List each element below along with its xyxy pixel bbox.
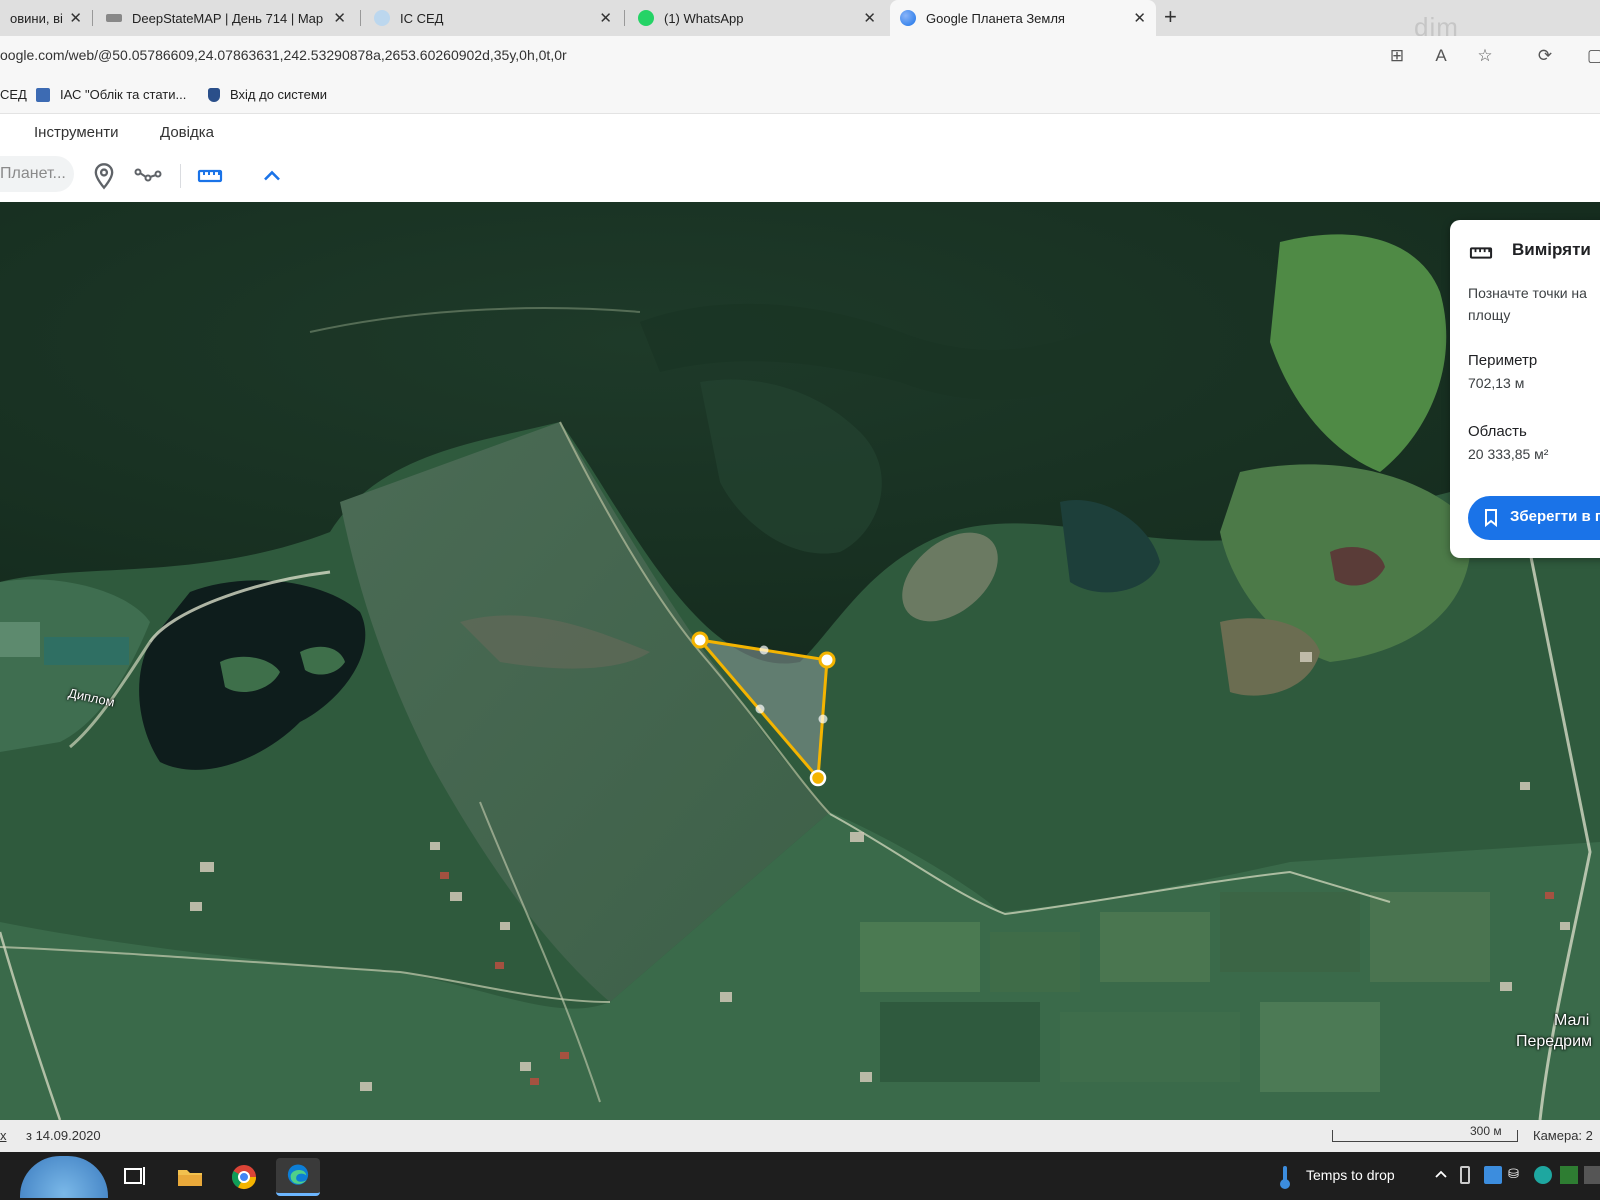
toolbar-divider [180, 164, 181, 188]
chevron-up-icon[interactable] [258, 162, 286, 190]
tab-title: ІС СЕД [400, 10, 444, 26]
tab-whatsapp[interactable]: (1) WhatsApp ✕ [628, 0, 886, 36]
map-label-village-line2: Передрим [1516, 1033, 1593, 1050]
bookmark-label: ІАС "Облік та стати... [60, 87, 187, 102]
menu-help[interactable]: Довідка [160, 124, 214, 141]
status-link[interactable]: х [0, 1128, 7, 1143]
ruler-icon [1469, 247, 1493, 259]
placemark-icon[interactable] [90, 162, 118, 190]
bookmark-ias[interactable]: ІАС "Облік та стати... [36, 87, 186, 102]
vertex-handle-last[interactable] [809, 769, 827, 787]
bookmark-sed[interactable]: СЕД [0, 87, 27, 102]
address-bar[interactable]: oogle.com/web/@50.05786609,24.07863631,2… [0, 36, 1600, 76]
sed-favicon-icon [374, 10, 390, 26]
tab-separator [92, 10, 93, 26]
thermometer-icon [1280, 1166, 1290, 1189]
path-icon[interactable] [134, 162, 162, 190]
browser-tab-strip: овини, ві ✕ DeepStateMAP | День 714 | Ma… [0, 0, 1600, 42]
tab-separator [624, 10, 625, 26]
measure-panel: Виміряти Позначте точки на площу Перимет… [1450, 220, 1600, 558]
extensions-icon[interactable]: ⟳ [1534, 45, 1556, 67]
windows-taskbar: Temps to drop ⛁ [0, 1152, 1600, 1200]
perimeter-value: 702,13 м [1468, 375, 1525, 391]
file-explorer-icon[interactable] [168, 1158, 212, 1196]
earth-favicon-icon [900, 10, 916, 26]
search-input[interactable]: Планет... [0, 156, 74, 192]
scale-label: 300 м [1470, 1124, 1502, 1138]
imagery-date: з 14.09.2020 [26, 1128, 101, 1143]
measure-title: Виміряти [1512, 240, 1591, 259]
midpoint-handle[interactable] [759, 645, 769, 655]
save-to-project-button[interactable]: Зберегти в п [1468, 496, 1600, 540]
split-screen-icon[interactable]: ▢ [1584, 45, 1600, 67]
tab-title: DeepStateMAP | День 714 | Map [132, 10, 324, 26]
vertex-handle[interactable] [691, 631, 709, 649]
edge-icon[interactable] [276, 1158, 320, 1196]
save-button-label: Зберегти в п [1510, 508, 1600, 525]
area-value: 20 333,85 м² [1468, 446, 1549, 462]
vertex-handle[interactable] [818, 651, 836, 669]
tab-news[interactable]: овини, ві ✕ [0, 0, 92, 36]
measure-hint: Позначте точки на площу [1468, 285, 1587, 323]
close-icon[interactable]: ✕ [1133, 9, 1146, 27]
midpoint-handle[interactable] [818, 714, 828, 724]
network-icon[interactable]: ⛁ [1508, 1166, 1526, 1184]
tab-google-earth[interactable]: Google Планета Земля ✕ [890, 0, 1156, 36]
weather-text[interactable]: Temps to drop [1306, 1167, 1395, 1183]
edge-tray-icon[interactable] [1534, 1166, 1552, 1184]
tab-separator [360, 10, 361, 26]
url-text[interactable]: oogle.com/web/@50.05786609,24.07863631,2… [0, 47, 567, 63]
tab-title: (1) WhatsApp [664, 10, 744, 26]
bookmark-label: СЕД [0, 87, 27, 102]
chrome-icon[interactable] [222, 1158, 266, 1196]
new-tab-button[interactable]: + [1164, 4, 1177, 30]
whatsapp-favicon-icon [638, 10, 654, 26]
map-label-village-line1: Малі [1554, 1012, 1590, 1029]
usb-drive-icon[interactable] [1460, 1166, 1470, 1184]
tab-is-sed[interactable]: ІС СЕД ✕ [364, 0, 622, 36]
perimeter-label: Периметр [1468, 352, 1538, 369]
close-icon[interactable]: ✕ [69, 9, 82, 27]
ruler-icon[interactable] [196, 162, 224, 190]
earth-status-bar: х з 14.09.2020 300 м Камера: 2 [0, 1120, 1600, 1152]
satellite-map[interactable]: Диплом Малі Передрим [0, 202, 1600, 1120]
close-icon[interactable]: ✕ [599, 9, 612, 27]
bookmark-label: Вхід до системи [230, 87, 328, 102]
tray-overflow-icon[interactable] [1584, 1166, 1600, 1184]
close-icon[interactable]: ✕ [333, 9, 346, 27]
chevron-up-icon[interactable] [1432, 1166, 1450, 1184]
apps-icon[interactable]: ⊞ [1386, 45, 1408, 67]
shield-icon [208, 87, 220, 102]
tab-title: Google Планета Земля [926, 10, 1065, 26]
ias-bookmark-icon [36, 87, 50, 102]
weather-widget-icon[interactable] [20, 1156, 108, 1198]
read-aloud-icon[interactable]: A [1430, 45, 1452, 67]
satellite-imagery[interactable] [0, 202, 1600, 1120]
area-label: Область [1468, 423, 1527, 440]
app-tray-icon[interactable] [1484, 1166, 1502, 1184]
bookmark-icon [1485, 509, 1497, 527]
task-view-icon[interactable] [112, 1158, 156, 1196]
bookmark-login[interactable]: Вхід до системи [208, 87, 327, 102]
earth-menu-bar: Інструменти Довідка [0, 114, 1600, 150]
menu-tools[interactable]: Інструменти [34, 124, 119, 141]
earth-toolbar: Планет... [0, 150, 1600, 202]
camera-altitude: Камера: 2 [1533, 1128, 1593, 1143]
midpoint-handle[interactable] [755, 704, 765, 714]
bookmarks-bar: СЕД ІАС "Облік та стати... Вхід до систе… [0, 76, 1600, 114]
monitor-tray-icon[interactable] [1560, 1166, 1578, 1184]
favorite-star-icon[interactable]: ☆ [1474, 45, 1496, 67]
tab-deepstatemap[interactable]: DeepStateMAP | День 714 | Map ✕ [96, 0, 356, 36]
deepstate-favicon-icon [106, 14, 122, 22]
close-icon[interactable]: ✕ [863, 9, 876, 27]
